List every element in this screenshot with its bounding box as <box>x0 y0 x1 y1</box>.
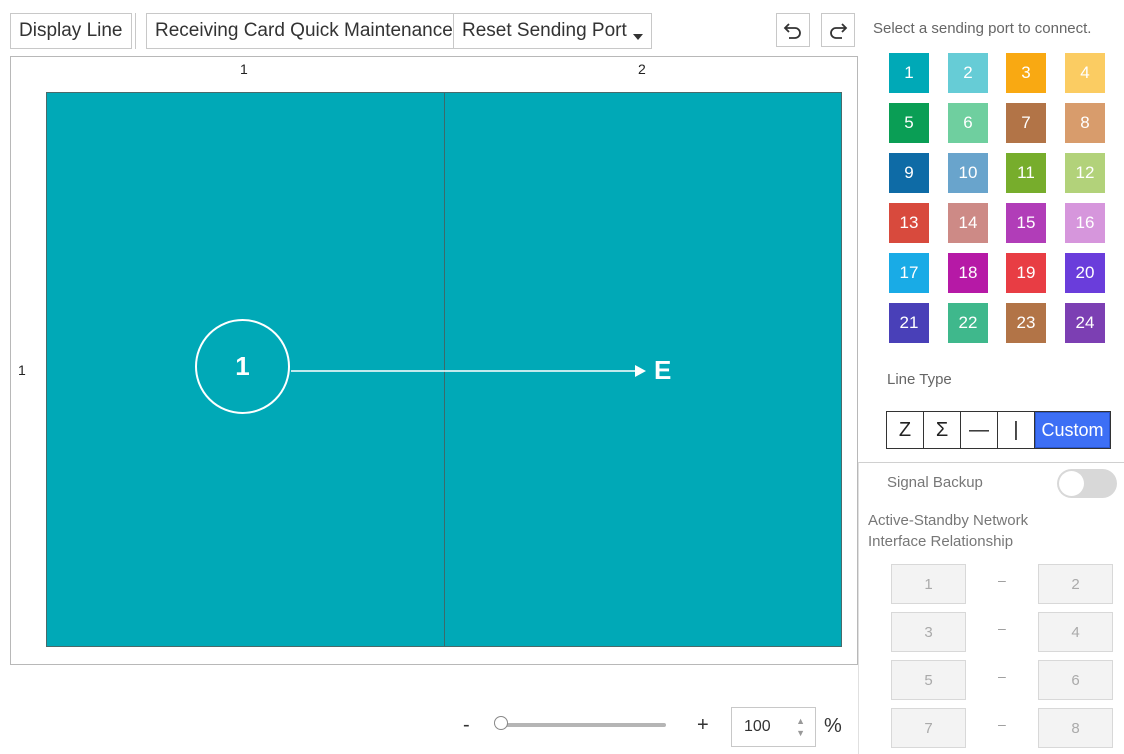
signal-backup-toggle[interactable] <box>1057 469 1117 498</box>
standby-interface-6[interactable]: 6 <box>1038 660 1113 700</box>
toolbar-separator <box>135 13 136 49</box>
port-button-11[interactable]: 11 <box>1006 153 1046 193</box>
active-standby-label: Active-Standby Network Interface Relatio… <box>868 512 1029 550</box>
port-button-12[interactable]: 12 <box>1065 153 1105 193</box>
port-button-13[interactable]: 13 <box>889 203 929 243</box>
route-start-label: 1 <box>235 351 250 381</box>
chevron-down-icon <box>632 34 643 40</box>
port-select-title: Select a sending port to connect. <box>873 20 1092 37</box>
line-type-label: Line Type <box>887 371 952 388</box>
port-button-4[interactable]: 4 <box>1065 53 1105 93</box>
standby-interface-4[interactable]: 4 <box>1038 612 1113 652</box>
port-button-5[interactable]: 5 <box>889 103 929 143</box>
line-type-vertical-button[interactable]: | <box>998 412 1035 448</box>
pair-dash: – <box>998 572 1006 588</box>
zoom-slider[interactable] <box>500 723 666 727</box>
undo-icon <box>783 23 801 39</box>
line-type-group: Z Σ — | Custom <box>886 411 1111 449</box>
port-button-9[interactable]: 9 <box>889 153 929 193</box>
standby-interface-8[interactable]: 8 <box>1038 708 1113 748</box>
port-button-14[interactable]: 14 <box>948 203 988 243</box>
undo-button[interactable] <box>776 13 810 47</box>
port-button-6[interactable]: 6 <box>948 103 988 143</box>
active-interface-3[interactable]: 3 <box>891 612 966 652</box>
zoom-out-button[interactable]: - <box>463 714 470 737</box>
column-label: 1 <box>240 61 248 77</box>
port-button-18[interactable]: 18 <box>948 253 988 293</box>
zoom-slider-handle[interactable] <box>494 716 508 730</box>
spin-up-icon[interactable]: ▲ <box>796 717 805 726</box>
pair-dash: – <box>998 620 1006 636</box>
port-button-10[interactable]: 10 <box>948 153 988 193</box>
display-line-label: Display Line <box>19 20 123 41</box>
port-button-1[interactable]: 1 <box>889 53 929 93</box>
port-button-24[interactable]: 24 <box>1065 303 1105 343</box>
port-button-17[interactable]: 17 <box>889 253 929 293</box>
redo-icon <box>830 23 848 39</box>
port-button-7[interactable]: 7 <box>1006 103 1046 143</box>
zoom-unit: % <box>824 715 842 737</box>
route-start-marker[interactable]: 1 <box>195 319 290 414</box>
zoom-in-button[interactable]: + <box>697 714 709 737</box>
active-interface-1[interactable]: 1 <box>891 564 966 604</box>
port-button-8[interactable]: 8 <box>1065 103 1105 143</box>
line-type-custom-label: Custom <box>1041 419 1104 440</box>
standby-interface-2[interactable]: 2 <box>1038 564 1113 604</box>
pair-dash: – <box>998 668 1006 684</box>
line-type-sigma-label: Σ <box>935 418 949 441</box>
port-button-22[interactable]: 22 <box>948 303 988 343</box>
route-end-label: E <box>654 355 672 385</box>
active-interface-5[interactable]: 5 <box>891 660 966 700</box>
zoom-value-input[interactable]: 100 ▲ ▼ <box>731 707 816 747</box>
spin-down-icon[interactable]: ▼ <box>796 729 805 738</box>
column-label: 2 <box>638 61 646 77</box>
reset-sending-port-dropdown[interactable]: Reset Sending Port <box>453 13 652 49</box>
toggle-knob <box>1059 471 1084 496</box>
quick-maintenance-button[interactable]: Receiving Card Quick Maintenance <box>146 13 462 49</box>
line-type-vertical-label: | <box>1013 418 1019 441</box>
receiving-card-area[interactable]: 1 E <box>46 92 842 647</box>
port-button-23[interactable]: 23 <box>1006 303 1046 343</box>
port-button-15[interactable]: 15 <box>1006 203 1046 243</box>
port-button-20[interactable]: 20 <box>1065 253 1105 293</box>
line-type-custom-button[interactable]: Custom <box>1035 412 1110 448</box>
layout-canvas[interactable]: 1 2 1 1 E <box>10 56 858 665</box>
port-button-3[interactable]: 3 <box>1006 53 1046 93</box>
line-type-sigma-button[interactable]: Σ <box>924 412 961 448</box>
redo-button[interactable] <box>821 13 855 47</box>
line-type-horizontal-label: — <box>969 418 989 441</box>
active-interface-7[interactable]: 7 <box>891 708 966 748</box>
line-type-horizontal-button[interactable]: — <box>961 412 998 448</box>
reset-sending-port-label: Reset Sending Port <box>462 20 627 41</box>
route-arrow-icon <box>291 365 646 377</box>
port-button-2[interactable]: 2 <box>948 53 988 93</box>
display-line-button[interactable]: Display Line <box>10 13 132 49</box>
quick-maintenance-label: Receiving Card Quick Maintenance <box>155 20 453 41</box>
port-button-21[interactable]: 21 <box>889 303 929 343</box>
row-label: 1 <box>18 362 26 378</box>
signal-backup-label: Signal Backup <box>887 474 983 491</box>
line-type-z-label: Z <box>898 418 912 441</box>
line-type-z-button[interactable]: Z <box>887 412 924 448</box>
zoom-value: 100 <box>744 718 771 735</box>
port-button-19[interactable]: 19 <box>1006 253 1046 293</box>
pair-dash: – <box>998 716 1006 732</box>
port-button-16[interactable]: 16 <box>1065 203 1105 243</box>
